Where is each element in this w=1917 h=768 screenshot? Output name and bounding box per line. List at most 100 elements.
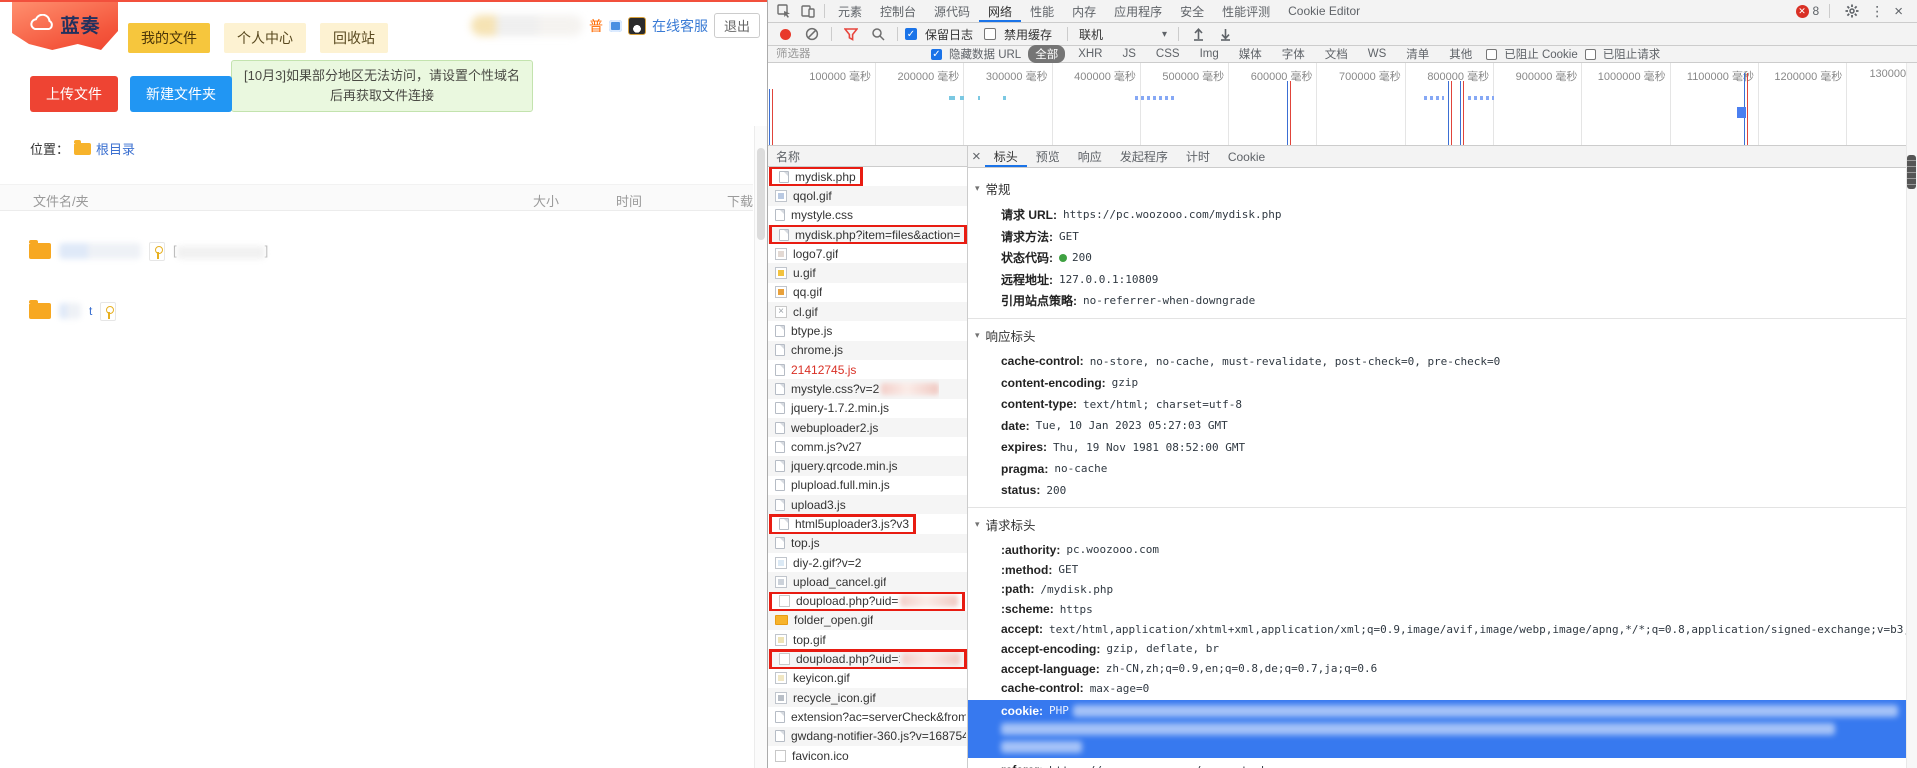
network-request-row[interactable]: mystyle.css: [768, 206, 967, 225]
close-devtools-icon[interactable]: ×: [1890, 3, 1907, 20]
network-request-row[interactable]: ×cl.gif: [768, 302, 967, 321]
network-request-row[interactable]: jquery-1.7.2.min.js: [768, 399, 967, 418]
folder-name-redacted[interactable]: [59, 303, 81, 319]
blocked-cookies-checkbox[interactable]: [1486, 49, 1497, 60]
section-title[interactable]: ▾常规: [968, 172, 1917, 204]
details-tab-1[interactable]: 预览: [1027, 146, 1069, 167]
root-directory-link[interactable]: 根目录: [96, 139, 135, 158]
device-toolbar-icon[interactable]: [796, 1, 820, 21]
username-redacted[interactable]: [471, 15, 583, 36]
folder-row[interactable]: t: [29, 298, 116, 324]
devtools-tab-2[interactable]: 源代码: [925, 0, 979, 22]
name-column-header[interactable]: 名称: [768, 146, 967, 167]
folder-row[interactable]: []: [29, 238, 268, 264]
section-title[interactable]: ▾请求标头: [968, 508, 1917, 540]
network-request-row[interactable]: doupload.php?uid=1: [768, 649, 967, 668]
network-request-row[interactable]: btype.js: [768, 321, 967, 340]
type-filter-7[interactable]: 文档: [1318, 45, 1355, 63]
online-service-link[interactable]: 在线客服: [652, 16, 708, 36]
network-request-row[interactable]: gwdang-notifier-360.js?v=168754...: [768, 727, 967, 746]
inspect-element-icon[interactable]: [772, 1, 796, 21]
more-options-icon[interactable]: ⋮: [1870, 3, 1884, 20]
site-logo[interactable]: 蓝奏: [12, 2, 118, 52]
type-filter-9[interactable]: 清单: [1399, 45, 1436, 63]
new-folder-button[interactable]: 新建文件夹: [130, 76, 232, 112]
network-request-row[interactable]: recycle_icon.gif: [768, 688, 967, 707]
network-request-row[interactable]: top.js: [768, 534, 967, 553]
network-request-row[interactable]: folder_open.gif: [768, 611, 967, 630]
network-request-row[interactable]: qq.gif: [768, 283, 967, 302]
blocked-requests-checkbox[interactable]: [1585, 49, 1596, 60]
record-network-log-icon[interactable]: [780, 29, 791, 40]
type-filter-6[interactable]: 字体: [1275, 45, 1312, 63]
import-har-icon[interactable]: [1186, 24, 1210, 44]
cookie-header-highlighted[interactable]: cookie:PHP: [968, 700, 1906, 758]
type-filter-2[interactable]: JS: [1115, 47, 1142, 61]
details-tab-0[interactable]: 标头: [985, 146, 1027, 167]
preserve-log-checkbox[interactable]: ✓: [905, 28, 917, 40]
network-request-row[interactable]: top.gif: [768, 630, 967, 649]
devtools-tab-3[interactable]: 网络: [979, 0, 1021, 22]
blocked-cookies-label[interactable]: 已阻止 Cookie: [1504, 46, 1578, 62]
disable-cache-checkbox[interactable]: [984, 28, 996, 40]
type-filter-0[interactable]: 全部: [1028, 45, 1065, 63]
folder-name-redacted[interactable]: [59, 243, 141, 259]
filter-funnel-icon[interactable]: [839, 24, 863, 44]
details-tab-4[interactable]: 计时: [1177, 146, 1219, 167]
devtools-tab-8[interactable]: 性能评测: [1213, 0, 1279, 22]
type-filter-10[interactable]: 其他: [1442, 45, 1479, 63]
details-tab-2[interactable]: 响应: [1069, 146, 1111, 167]
devtools-tab-9[interactable]: Cookie Editor: [1279, 0, 1369, 22]
network-request-row[interactable]: upload_cancel.gif: [768, 572, 967, 591]
type-filter-8[interactable]: WS: [1361, 47, 1394, 61]
network-request-row[interactable]: favicon.ico: [768, 746, 967, 765]
devtools-tab-1[interactable]: 控制台: [871, 0, 925, 22]
network-request-row[interactable]: extension?ac=serverCheck&from_...: [768, 707, 967, 726]
devtools-tab-4[interactable]: 性能: [1021, 0, 1063, 22]
hide-data-urls-checkbox[interactable]: ✓: [931, 49, 942, 60]
network-request-row[interactable]: jquery.qrcode.min.js: [768, 456, 967, 475]
type-filter-5[interactable]: 媒体: [1232, 45, 1269, 63]
network-request-row[interactable]: mydisk.php: [768, 167, 967, 186]
network-request-row[interactable]: logo7.gif: [768, 244, 967, 263]
type-filter-4[interactable]: Img: [1193, 47, 1226, 61]
devtools-scrollbar-thumb[interactable]: [1907, 155, 1916, 189]
network-request-row[interactable]: mystyle.css?v=2: [768, 379, 967, 398]
network-request-row[interactable]: keyicon.gif: [768, 669, 967, 688]
disable-cache-label[interactable]: 禁用缓存: [1004, 26, 1052, 43]
type-filter-1[interactable]: XHR: [1071, 47, 1109, 61]
settings-gear-icon[interactable]: [1840, 1, 1864, 21]
logout-button[interactable]: 退出: [714, 13, 760, 38]
error-count-badge[interactable]: ✕ 8: [1796, 4, 1820, 18]
network-request-row[interactable]: u.gif: [768, 263, 967, 282]
password-key-icon[interactable]: [149, 242, 165, 261]
network-request-row[interactable]: comm.js?v27: [768, 437, 967, 456]
network-request-row[interactable]: chrome.js: [768, 341, 967, 360]
site-scrollbar[interactable]: [754, 126, 767, 768]
devtools-tab-5[interactable]: 内存: [1063, 0, 1105, 22]
site-tab-0[interactable]: 我的文件: [128, 23, 210, 53]
throttling-dropdown[interactable]: 联机 ▾: [1075, 26, 1171, 43]
network-filter-input[interactable]: [776, 48, 924, 60]
details-tab-3[interactable]: 发起程序: [1111, 146, 1177, 167]
devtools-scrollbar[interactable]: [1906, 63, 1917, 768]
password-key-icon[interactable]: [100, 302, 116, 321]
preserve-log-label[interactable]: 保留日志: [925, 26, 973, 43]
blocked-requests-label[interactable]: 已阻止请求: [1603, 46, 1661, 62]
export-har-icon[interactable]: [1213, 24, 1237, 44]
site-tab-1[interactable]: 个人中心: [224, 23, 306, 53]
clear-network-log-icon[interactable]: [800, 24, 824, 44]
details-tab-5[interactable]: Cookie: [1219, 146, 1274, 167]
network-request-row[interactable]: webuploader2.js: [768, 418, 967, 437]
qq-penguin-icon[interactable]: [628, 17, 646, 35]
network-request-row[interactable]: doupload.php?uid=: [768, 592, 967, 611]
folder-name-suffix[interactable]: t: [89, 304, 92, 318]
section-title[interactable]: ▾响应标头: [968, 319, 1917, 351]
devtools-tab-6[interactable]: 应用程序: [1105, 0, 1171, 22]
type-filter-3[interactable]: CSS: [1149, 47, 1187, 61]
network-overview-timeline[interactable]: 100000 毫秒200000 毫秒300000 毫秒400000 毫秒5000…: [768, 63, 1917, 146]
network-request-row[interactable]: 21412745.js: [768, 360, 967, 379]
hide-data-urls-label[interactable]: 隐藏数据 URL: [949, 46, 1021, 62]
search-icon[interactable]: [866, 24, 890, 44]
devtools-tab-7[interactable]: 安全: [1171, 0, 1213, 22]
